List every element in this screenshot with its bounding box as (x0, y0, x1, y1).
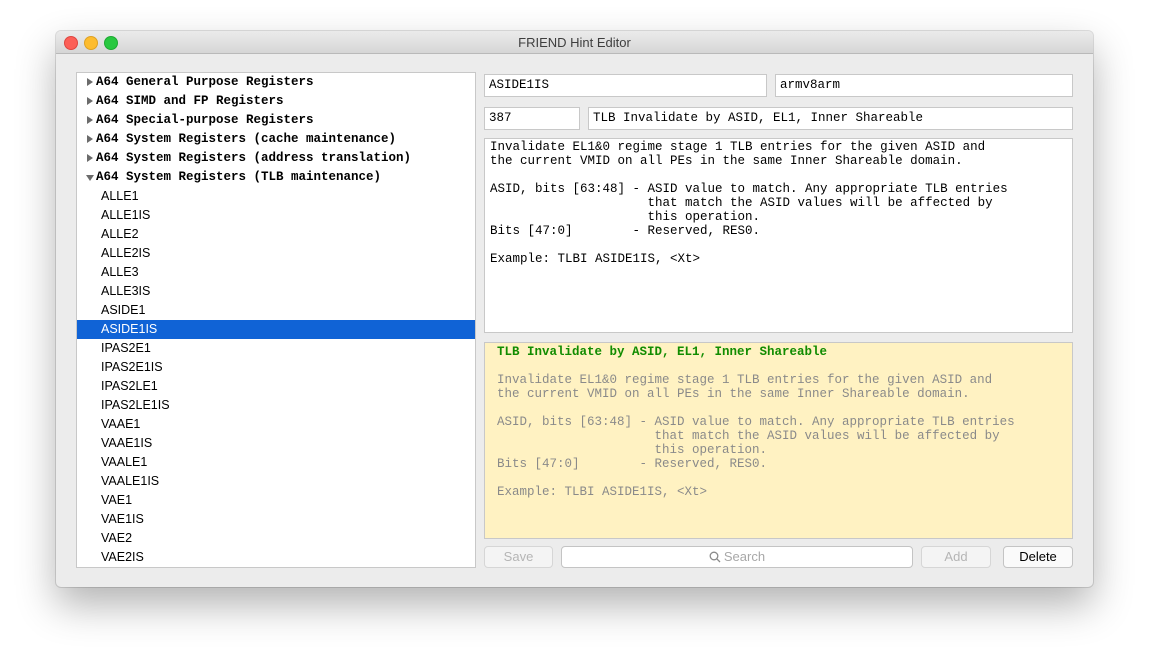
main-window: FRIEND Hint Editor A64 General Purpose R… (56, 31, 1093, 587)
disclosure-collapsed-icon[interactable] (87, 135, 93, 143)
tree-item-label: ALLE1 (101, 189, 139, 203)
tree-item[interactable]: ALLE3IS (77, 282, 475, 301)
tree-item[interactable]: IPAS2LE1 (77, 377, 475, 396)
tree-item-label: VAE2IS (101, 550, 144, 564)
tree-group-row[interactable]: A64 Special-purpose Registers (77, 111, 475, 130)
tree-item[interactable]: IPAS2E1IS (77, 358, 475, 377)
search-icon (709, 551, 721, 563)
add-button[interactable]: Add (921, 546, 991, 568)
disclosure-collapsed-icon[interactable] (87, 78, 93, 86)
tree-group-label: A64 System Registers (TLB maintenance) (96, 170, 382, 184)
tree-item-label: ALLE3IS (101, 284, 151, 298)
tree-group-row[interactable]: A64 System Registers (TLB maintenance) (77, 168, 475, 187)
preview-title: TLB Invalidate by ASID, EL1, Inner Share… (497, 345, 828, 359)
tree-item-label: VAE1 (101, 493, 133, 507)
search-placeholder: Search (723, 549, 766, 564)
tree-item-label: IPAS2LE1 (101, 379, 158, 393)
tree-item[interactable]: ALLE2 (77, 225, 475, 244)
tree-item[interactable]: ALLE1 (77, 187, 475, 206)
title-bar[interactable]: FRIEND Hint Editor (56, 31, 1093, 54)
tree-item-label: IPAS2E1IS (101, 360, 163, 374)
tree-item[interactable]: ALLE1IS (77, 206, 475, 225)
tree-item[interactable]: VAE2IS (77, 548, 475, 567)
window-title: FRIEND Hint Editor (518, 35, 631, 50)
tree-group-row[interactable]: A64 SIMD and FP Registers (77, 92, 475, 111)
disclosure-collapsed-icon[interactable] (87, 154, 93, 162)
tree-item[interactable]: IPAS2LE1IS (77, 396, 475, 415)
disclosure-collapsed-icon[interactable] (87, 97, 93, 105)
tree-item-label: VAE2 (101, 531, 133, 545)
save-button[interactable]: Save (484, 546, 553, 568)
register-tree[interactable]: A64 General Purpose Registers A64 SIMD an… (76, 72, 476, 568)
tree-item[interactable]: ASIDE1 (77, 301, 475, 320)
delete-button[interactable]: Delete (1003, 546, 1073, 568)
tree-item-label: VAAE1IS (101, 436, 153, 450)
tree-group-label: A64 Special-purpose Registers (96, 113, 314, 127)
tree-item[interactable]: VAALE1IS (77, 472, 475, 491)
tree-item[interactable]: VAAE1 (77, 415, 475, 434)
tree-group-row[interactable]: A64 General Purpose Registers (77, 73, 475, 92)
preview-body: Invalidate EL1&0 regime stage 1 TLB entr… (497, 373, 1015, 499)
tree-item-label: ASIDE1IS (101, 322, 158, 336)
tree-item-label: VAE1IS (101, 512, 144, 526)
tree-item-label: ALLE3 (101, 265, 139, 279)
tree-group-row[interactable]: A64 System Registers (cache maintenance) (77, 130, 475, 149)
tree-item[interactable]: VAE1IS (77, 510, 475, 529)
tree-item[interactable]: VAALE1 (77, 453, 475, 472)
hint-id-field[interactable]: 387 (484, 107, 580, 130)
tree-item-label: VAAE1 (101, 417, 141, 431)
search-field[interactable]: Search (561, 546, 913, 568)
hint-preview: TLB Invalidate by ASID, EL1, Inner Share… (484, 342, 1073, 539)
tree-item[interactable]: IPAS2E1 (77, 339, 475, 358)
tree-item-label: IPAS2E1 (101, 341, 151, 355)
description-editor[interactable]: Invalidate EL1&0 regime stage 1 TLB entr… (484, 138, 1073, 333)
tree-item[interactable]: VAE2 (77, 529, 475, 548)
disclosure-expanded-icon[interactable] (86, 175, 94, 181)
tree-item-selected[interactable]: ASIDE1IS (77, 320, 475, 339)
tree-item[interactable]: ALLE2IS (77, 244, 475, 263)
tree-item-label: IPAS2LE1IS (101, 398, 170, 412)
tree-item-label: VAALE1IS (101, 474, 160, 488)
tree-item-label: ASIDE1 (101, 303, 146, 317)
tree-item[interactable]: VAAE1IS (77, 434, 475, 453)
disclosure-collapsed-icon[interactable] (87, 116, 93, 124)
tree-item-label: VAALE1 (101, 455, 148, 469)
tree-item-label: ALLE1IS (101, 208, 151, 222)
tree-item-label: ALLE2IS (101, 246, 151, 260)
register-name-field[interactable]: ASIDE1IS (484, 74, 767, 97)
tree-group-label: A64 SIMD and FP Registers (96, 94, 284, 108)
tree-item[interactable]: VAE1 (77, 491, 475, 510)
tree-item-label: ALLE2 (101, 227, 139, 241)
summary-field[interactable]: TLB Invalidate by ASID, EL1, Inner Share… (588, 107, 1073, 130)
tree-group-label: A64 General Purpose Registers (96, 75, 314, 89)
tree-item[interactable]: ALLE3 (77, 263, 475, 282)
tree-group-row[interactable]: A64 System Registers (address translatio… (77, 149, 475, 168)
tree-group-label: A64 System Registers (cache maintenance) (96, 132, 397, 146)
architecture-field[interactable]: armv8arm (775, 74, 1073, 97)
tree-group-label: A64 System Registers (address translatio… (96, 151, 412, 165)
